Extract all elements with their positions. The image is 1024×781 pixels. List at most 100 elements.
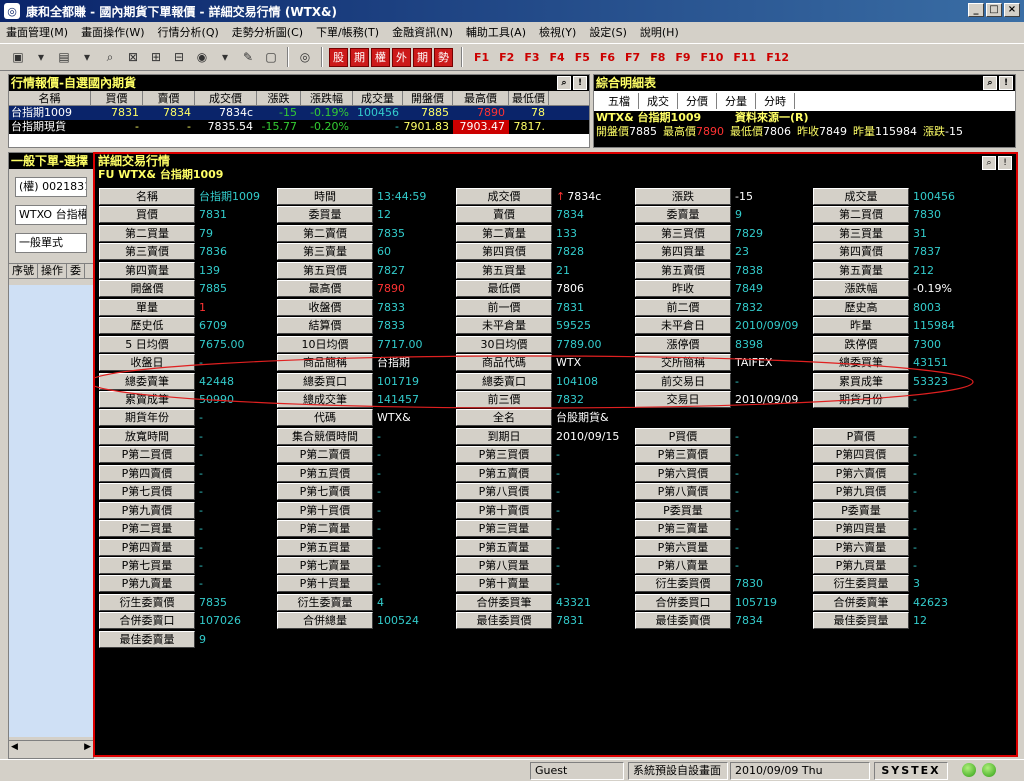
brand-icon[interactable]: ◎ (295, 47, 315, 67)
table-cell: 7834 (163, 106, 191, 119)
function-key-button[interactable]: F3 (524, 51, 539, 64)
market-button[interactable]: 股 (329, 47, 348, 67)
edit-icon[interactable]: ✎ (238, 47, 258, 67)
status-user: Guest (530, 762, 624, 780)
function-key-button[interactable]: F11 (733, 51, 756, 64)
table-cell: 7835.54 (207, 120, 254, 133)
market-button[interactable]: 外 (392, 47, 411, 67)
summary-value: 7890 (696, 125, 724, 138)
market-button[interactable]: 勢 (434, 47, 453, 67)
maximize-button[interactable]: □ (986, 3, 1002, 17)
market-buttons: 股期權外期勢 (329, 47, 455, 67)
detail-list-title-text: 綜合明細表 (596, 76, 657, 90)
summary-value: 7849 (819, 125, 847, 138)
market-button[interactable]: 期 (350, 47, 369, 67)
summary-label: 漲跌 (923, 125, 945, 138)
function-key-button[interactable]: F9 (675, 51, 690, 64)
table-cell: -0.19% (310, 106, 349, 119)
grid-icon[interactable]: ⊞ (146, 47, 166, 67)
product-input[interactable]: WTXO 台指權 (15, 205, 87, 225)
account-select[interactable]: (權) 0021831 (15, 177, 87, 197)
split-icon[interactable]: ⊟ (169, 47, 189, 67)
tab-4[interactable]: 分時 (756, 93, 795, 109)
function-key-button[interactable]: F5 (575, 51, 590, 64)
tab-3[interactable]: 分量 (717, 93, 756, 109)
column-header[interactable]: 最高價 (453, 91, 509, 105)
menu-item[interactable]: 設定(S) (589, 24, 627, 40)
annotation-ellipse (95, 355, 974, 409)
menu-item[interactable]: 金融資訊(N) (392, 24, 453, 40)
menu-item[interactable]: 下單/帳務(T) (316, 24, 379, 40)
market-button[interactable]: 期 (413, 47, 432, 67)
search-icon[interactable]: ⌕ (100, 47, 120, 67)
coin-icon[interactable]: ◉ (192, 47, 212, 67)
tab-0[interactable]: 五檔 (600, 93, 639, 109)
column-header[interactable]: 成交量 (353, 91, 403, 105)
toolbar-separator (321, 47, 323, 67)
pin-icon[interactable]: ! (573, 76, 587, 90)
function-key-button[interactable]: F1 (474, 51, 489, 64)
search-icon[interactable]: ⌕ (557, 76, 571, 90)
function-key-button[interactable]: F6 (600, 51, 615, 64)
search-icon[interactable]: ⌕ (983, 76, 997, 90)
detail-list-source[interactable]: 資料來源一(R) (735, 111, 809, 124)
layout-icon[interactable]: ▣ (8, 47, 28, 67)
table-cell: 7901.83 (403, 120, 450, 133)
menu-item[interactable]: 畫面操作(W) (81, 24, 144, 40)
order-column-header[interactable]: 委 (67, 264, 85, 278)
quote-panel-title: 行情報價-自選國內期貨 ⌕ ! (9, 75, 589, 91)
function-key-button[interactable]: F8 (650, 51, 665, 64)
table-cell: 7834c (218, 106, 253, 119)
horizontal-scrollbar[interactable]: ◀ ▶ (9, 740, 93, 756)
market-button[interactable]: 權 (371, 47, 390, 67)
column-header[interactable]: 開盤價 (403, 91, 453, 105)
title-bar[interactable]: ◎ 康和全都賺 - 國內期貨下單報價 - 詳細交易行情 (WTX&) _ □ × (0, 0, 1024, 22)
table-cell: 7885 (421, 106, 449, 119)
function-key-button[interactable]: F2 (499, 51, 514, 64)
window-icon[interactable]: ▢ (261, 47, 281, 67)
order-mode-select[interactable]: 一般單式 (15, 233, 87, 253)
summary-value: 7885 (629, 125, 657, 138)
table-cell: - (187, 120, 191, 133)
connection-status-icon (982, 763, 996, 777)
close-window-icon[interactable]: ⊠ (123, 47, 143, 67)
column-header[interactable]: 漲跌 (257, 91, 301, 105)
tab-1[interactable]: 成交 (639, 93, 678, 109)
dropdown-icon[interactable]: ▾ (77, 47, 97, 67)
column-header[interactable]: 成交價 (195, 91, 257, 105)
table-cell: -15 (279, 106, 297, 119)
menu-item[interactable]: 行情分析(Q) (158, 24, 219, 40)
menu-item[interactable]: 檢視(Y) (539, 24, 576, 40)
function-key-button[interactable]: F4 (550, 51, 565, 64)
dropdown-icon[interactable]: ▾ (215, 47, 235, 67)
menu-item[interactable]: 輔助工具(A) (466, 24, 526, 40)
menu-item[interactable]: 走勢分析圖(C) (232, 24, 303, 40)
column-header[interactable]: 買價 (91, 91, 143, 105)
order-column-header[interactable]: 序號 (9, 264, 38, 278)
order-panel-title-text: 一般下單-選擇 (11, 154, 88, 168)
tab-2[interactable]: 分價 (678, 93, 717, 109)
detail-list-panel: 綜合明細表 ⌕ ! 五檔 成交 分價 分量 分時 WTX& 台指期1009 資料來源一(… (593, 74, 1016, 148)
function-key-button[interactable]: F12 (766, 51, 789, 64)
monitor-icon[interactable]: ▤ (54, 47, 74, 67)
function-key-button[interactable]: F7 (625, 51, 640, 64)
close-button[interactable]: × (1004, 3, 1020, 17)
scroll-right-icon[interactable]: ▶ (84, 742, 91, 752)
column-header[interactable]: 賣價 (143, 91, 195, 105)
scroll-left-icon[interactable]: ◀ (11, 742, 18, 752)
column-header[interactable]: 名稱 (9, 91, 91, 105)
table-row[interactable]: 台指期現貨 - -7835.54 -15.77 -0.20% -7901.83 7903.4… (9, 120, 589, 134)
summary-label: 最高價 (663, 125, 696, 138)
table-cell: 台指期現貨 (11, 120, 66, 133)
menu-item[interactable]: 說明(H) (640, 24, 679, 40)
pin-icon[interactable]: ! (999, 76, 1013, 90)
menu-item[interactable]: 畫面管理(M) (6, 24, 68, 40)
column-header[interactable]: 最低價 (509, 91, 549, 105)
dropdown-icon[interactable]: ▾ (31, 47, 51, 67)
order-column-header[interactable]: 操作 (38, 264, 67, 278)
table-row[interactable]: 台指期1009 7831 7834 7834c -15 -0.19% 100456 7885 7… (9, 106, 589, 120)
function-key-button[interactable]: F10 (701, 51, 724, 64)
column-header[interactable]: 漲跌幅 (301, 91, 353, 105)
minimize-button[interactable]: _ (968, 3, 984, 17)
connection-status-icon (962, 763, 976, 777)
